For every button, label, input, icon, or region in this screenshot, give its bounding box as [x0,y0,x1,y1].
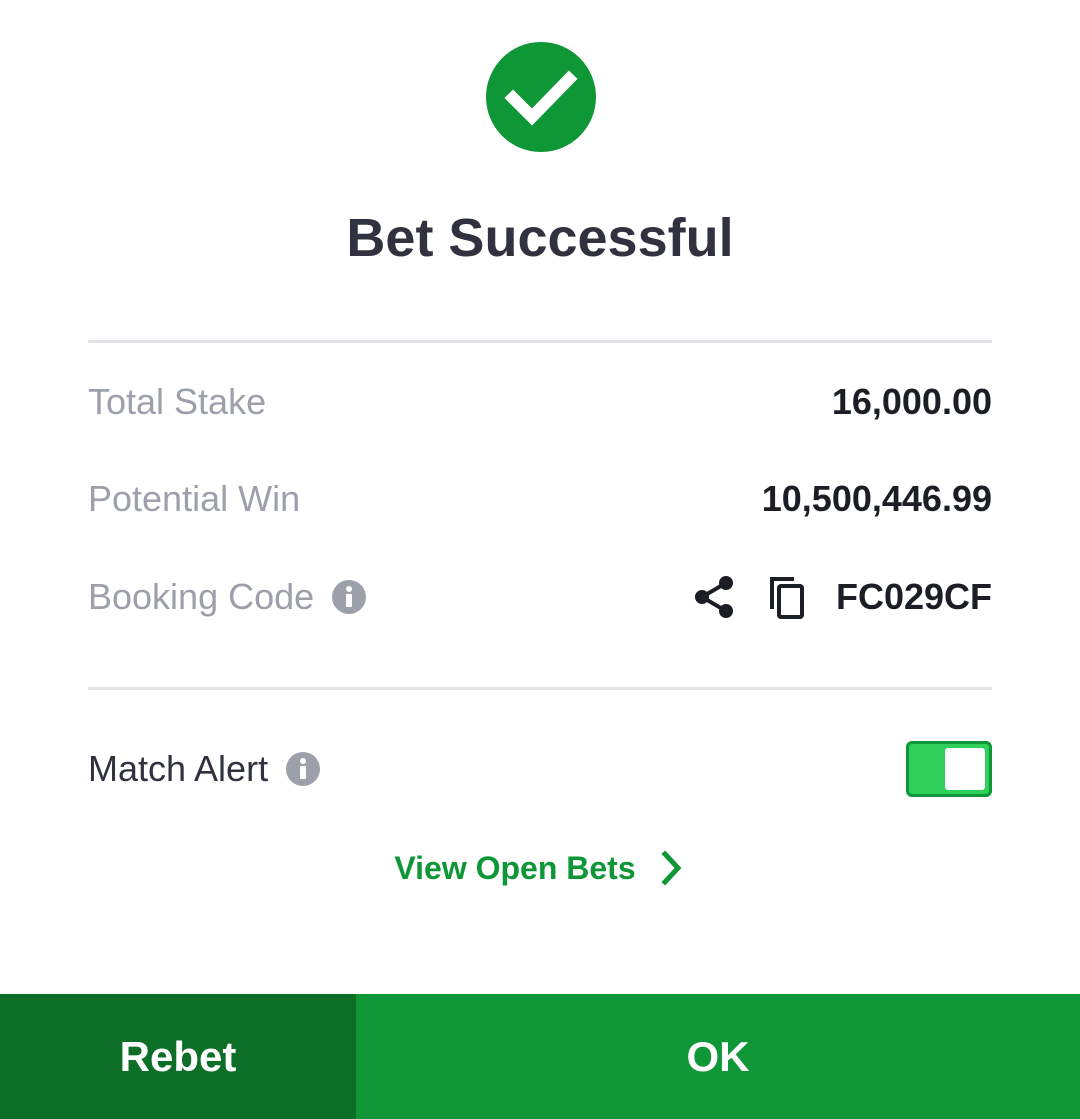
check-circle-icon [486,42,596,152]
view-open-bets-label: View Open Bets [394,849,636,886]
info-icon[interactable] [286,752,321,786]
bottom-action-bar: Rebet OK [0,994,1080,1119]
total-stake-value: 16,000.00 [831,381,992,422]
view-open-bets-link[interactable]: View Open Bets [0,848,1080,888]
divider-middle [88,687,992,690]
booking-code-row: Booking Code FC029CF [88,567,992,627]
share-icon[interactable] [692,573,736,621]
total-stake-label: Total Stake [88,381,267,422]
match-alert-label: Match Alert [88,748,269,789]
toggle-knob [945,748,985,790]
booking-code-value[interactable]: FC029CF [836,576,992,618]
match-alert-toggle[interactable] [906,741,992,797]
ok-button[interactable]: OK [356,994,1080,1119]
chevron-right-icon [656,848,686,888]
bet-success-dialog: Bet Successful Total Stake 16,000.00 Pot… [0,0,1080,1119]
divider-top [88,340,992,343]
potential-win-row: Potential Win 10,500,446.99 [88,469,992,529]
info-icon[interactable] [332,580,367,614]
copy-icon[interactable] [764,573,808,621]
page-title: Bet Successful [346,208,734,268]
rebet-button[interactable]: Rebet [0,994,356,1119]
match-alert-label-group: Match Alert [88,748,321,790]
booking-code-label: Booking Code [88,576,315,617]
match-alert-row: Match Alert [88,739,992,799]
booking-code-label-group: Booking Code [88,576,367,618]
booking-code-actions: FC029CF [692,573,992,621]
total-stake-row: Total Stake 16,000.00 [88,372,992,432]
potential-win-label: Potential Win [88,478,301,519]
potential-win-value: 10,500,446.99 [761,478,992,519]
